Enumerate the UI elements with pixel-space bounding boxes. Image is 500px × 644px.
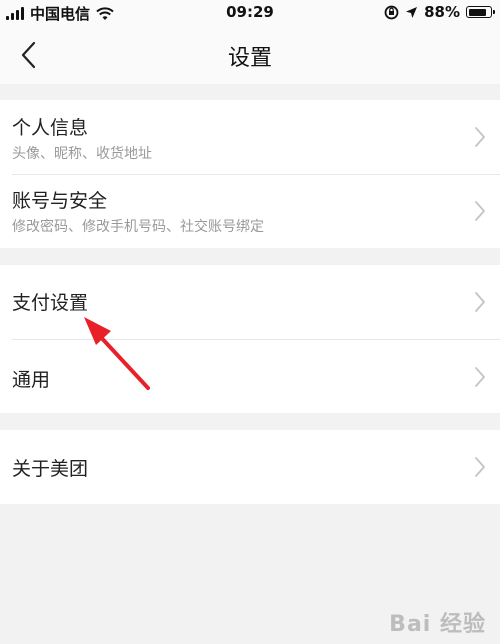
row-general[interactable]: 通用 xyxy=(0,339,500,413)
settings-group-about: 关于美团 xyxy=(0,430,500,504)
row-account-security[interactable]: 账号与安全 修改密码、修改手机号码、社交账号绑定 xyxy=(0,174,500,248)
battery-percent: 88% xyxy=(424,3,460,21)
row-title: 关于美团 xyxy=(12,458,89,480)
watermark-text: Bai 经验 xyxy=(389,612,486,637)
chevron-right-icon xyxy=(475,201,485,221)
row-title: 个人信息 xyxy=(12,117,89,139)
settings-group-general: 支付设置 通用 xyxy=(0,265,500,413)
row-about-meituan[interactable]: 关于美团 xyxy=(0,430,500,504)
row-title: 账号与安全 xyxy=(12,190,108,212)
row-title: 支付设置 xyxy=(12,292,89,314)
chevron-right-icon xyxy=(475,127,485,147)
chevron-right-icon xyxy=(475,367,485,387)
status-bar: 中国电信 09:29 88% xyxy=(0,0,500,26)
orientation-lock-icon xyxy=(384,5,399,19)
nav-bar: 设置 xyxy=(0,26,500,84)
location-icon xyxy=(406,6,418,18)
battery-icon xyxy=(466,6,495,18)
chevron-right-icon xyxy=(475,457,485,477)
row-personal-info[interactable]: 个人信息 头像、昵称、收货地址 xyxy=(0,100,500,174)
battery-fill xyxy=(468,8,486,16)
page-title: 设置 xyxy=(227,46,272,71)
status-right: 88% xyxy=(384,3,495,21)
row-subtitle: 头像、昵称、收货地址 xyxy=(12,146,152,162)
settings-group-account: 个人信息 头像、昵称、收货地址 账号与安全 修改密码、修改手机号码、社交账号绑定 xyxy=(0,100,500,248)
row-title: 通用 xyxy=(12,369,51,391)
watermark: Bai 经验 xyxy=(389,606,486,638)
row-subtitle: 修改密码、修改手机号码、社交账号绑定 xyxy=(12,219,264,235)
row-payment-settings[interactable]: 支付设置 xyxy=(0,265,500,339)
chevron-right-icon xyxy=(475,292,485,312)
